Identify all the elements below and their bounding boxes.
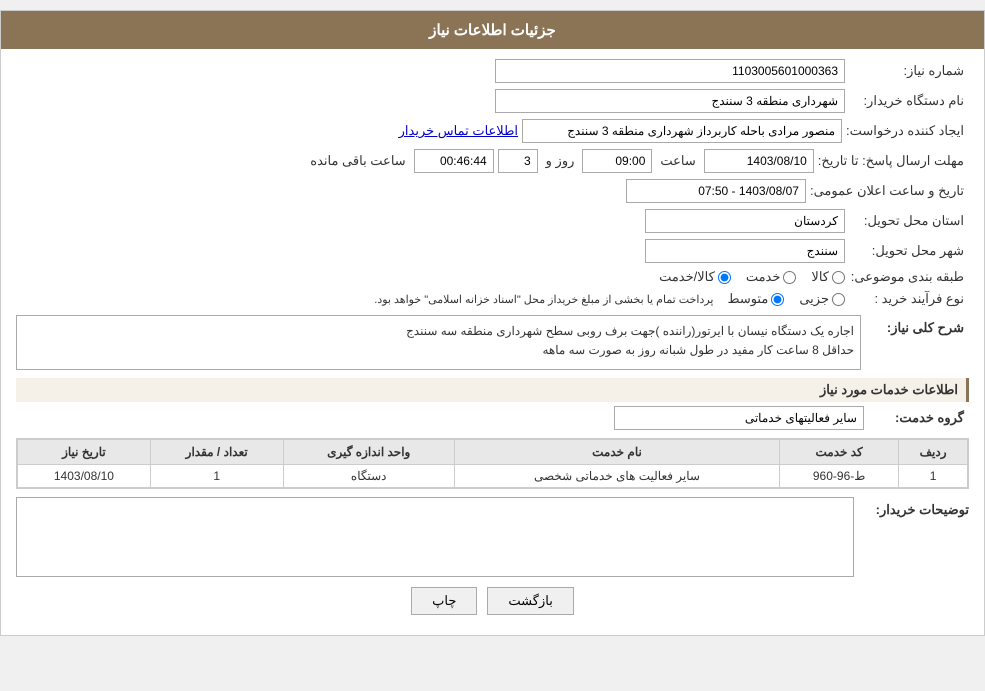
- announcement-row: تاریخ و ساعت اعلان عمومی:: [16, 179, 969, 203]
- category-khedmat-label: خدمت: [746, 269, 781, 285]
- process-jozi-label: جزیی: [799, 291, 829, 307]
- back-button[interactable]: بازگشت: [487, 587, 573, 615]
- table-cell-unit: دستگاه: [283, 465, 454, 488]
- notes-textarea[interactable]: [16, 497, 854, 577]
- request-number-row: شماره نیاز:: [16, 59, 969, 83]
- category-option-khedmat: خدمت: [746, 269, 797, 285]
- category-radio-khedmat[interactable]: [783, 271, 796, 284]
- print-button[interactable]: چاپ: [411, 587, 477, 615]
- header-title: جزئیات اطلاعات نیاز: [429, 22, 556, 39]
- request-number-input: [495, 59, 845, 83]
- deadline-date-input: [704, 149, 814, 173]
- category-label: طبقه بندی موضوعی:: [849, 269, 969, 285]
- creator-contact-link[interactable]: اطلاعات تماس خریدار: [399, 123, 518, 139]
- creator-label: ایجاد کننده درخواست:: [846, 123, 969, 139]
- announcement-label: تاریخ و ساعت اعلان عمومی:: [810, 183, 969, 199]
- city-row: شهر محل تحویل:: [16, 239, 969, 263]
- table-cell-date: 1403/08/10: [18, 465, 151, 488]
- category-option-kala: کالا: [811, 269, 845, 285]
- deadline-row: مهلت ارسال پاسخ: تا تاریخ: ساعت روز و سا…: [16, 149, 969, 173]
- announcement-input: [626, 179, 806, 203]
- city-input: [645, 239, 845, 263]
- process-radio-jozi[interactable]: [832, 293, 845, 306]
- table-cell-quantity: 1: [150, 465, 283, 488]
- col-header-date: تاریخ نیاز: [18, 440, 151, 465]
- category-both-label: کالا/خدمت: [659, 269, 715, 285]
- notes-row: توضیحات خریدار:: [16, 497, 969, 577]
- group-row: گروه خدمت:: [16, 406, 969, 430]
- col-header-name: نام خدمت: [454, 440, 779, 465]
- process-motevaset-label: متوسط: [727, 291, 768, 307]
- category-row: طبقه بندی موضوعی: کالا خدمت کالا/خدمت: [16, 269, 969, 285]
- notes-label: توضیحات خریدار:: [859, 497, 969, 518]
- process-radio-motevaset[interactable]: [771, 293, 784, 306]
- process-option-motevaset: متوسط: [727, 291, 784, 307]
- services-section-title: اطلاعات خدمات مورد نیاز: [16, 378, 969, 402]
- table-cell-name: سایر فعالیت های خدماتی شخصی: [454, 465, 779, 488]
- content-area: شماره نیاز: نام دستگاه خریدار: ایجاد کنن…: [1, 49, 984, 635]
- category-radio-kala[interactable]: [832, 271, 845, 284]
- col-header-qty: تعداد / مقدار: [150, 440, 283, 465]
- description-text: اجاره یک دستگاه نیسان با ایرتور(راننده )…: [406, 324, 854, 357]
- description-box: اجاره یک دستگاه نیسان با ایرتور(راننده )…: [16, 315, 861, 370]
- description-row: شرح کلی نیاز: اجاره یک دستگاه نیسان با ا…: [16, 315, 969, 370]
- province-label: استان محل تحویل:: [849, 213, 969, 229]
- creator-input: [522, 119, 842, 143]
- deadline-remaining-label: ساعت باقی مانده: [306, 153, 409, 169]
- city-label: شهر محل تحویل:: [849, 243, 969, 259]
- table-row: 1ط-96-960سایر فعالیت های خدماتی شخصیدستگ…: [18, 465, 968, 488]
- province-row: استان محل تحویل:: [16, 209, 969, 233]
- col-header-row: ردیف: [899, 440, 968, 465]
- request-number-label: شماره نیاز:: [849, 63, 969, 79]
- col-header-code: کد خدمت: [780, 440, 899, 465]
- province-input: [645, 209, 845, 233]
- deadline-days-input: [498, 149, 538, 173]
- services-table-container: ردیف کد خدمت نام خدمت واحد اندازه گیری ت…: [16, 438, 969, 489]
- buttons-row: بازگشت چاپ: [16, 587, 969, 615]
- category-kala-label: کالا: [811, 269, 829, 285]
- col-header-unit: واحد اندازه گیری: [283, 440, 454, 465]
- process-radio-group: جزیی متوسط: [727, 291, 845, 307]
- table-cell-code: ط-96-960: [780, 465, 899, 488]
- buyer-org-input: [495, 89, 845, 113]
- services-table: ردیف کد خدمت نام خدمت واحد اندازه گیری ت…: [17, 439, 968, 488]
- buyer-org-label: نام دستگاه خریدار:: [849, 93, 969, 109]
- process-row: نوع فرآیند خرید : جزیی متوسط پرداخت تمام…: [16, 291, 969, 307]
- table-cell-row: 1: [899, 465, 968, 488]
- main-container: جزئیات اطلاعات نیاز شماره نیاز: نام دستگ…: [0, 10, 985, 636]
- deadline-time-label: ساعت: [656, 153, 699, 169]
- process-note: پرداخت تمام یا بخشی از مبلغ خریداز محل "…: [374, 293, 713, 306]
- deadline-time-input: [582, 149, 652, 173]
- group-label: گروه خدمت:: [869, 410, 969, 426]
- category-radio-group: کالا خدمت کالا/خدمت: [659, 269, 845, 285]
- group-input: [614, 406, 864, 430]
- category-radio-both[interactable]: [718, 271, 731, 284]
- buyer-org-row: نام دستگاه خریدار:: [16, 89, 969, 113]
- description-label: شرح کلی نیاز:: [869, 315, 969, 336]
- page-header: جزئیات اطلاعات نیاز: [1, 11, 984, 49]
- deadline-days-label: روز و: [542, 153, 579, 169]
- creator-row: ایجاد کننده درخواست: اطلاعات تماس خریدار: [16, 119, 969, 143]
- process-option-jozi: جزیی: [799, 291, 845, 307]
- category-option-both: کالا/خدمت: [659, 269, 731, 285]
- process-label: نوع فرآیند خرید :: [849, 291, 969, 307]
- deadline-remaining-input: [414, 149, 494, 173]
- deadline-label: مهلت ارسال پاسخ: تا تاریخ:: [818, 153, 969, 169]
